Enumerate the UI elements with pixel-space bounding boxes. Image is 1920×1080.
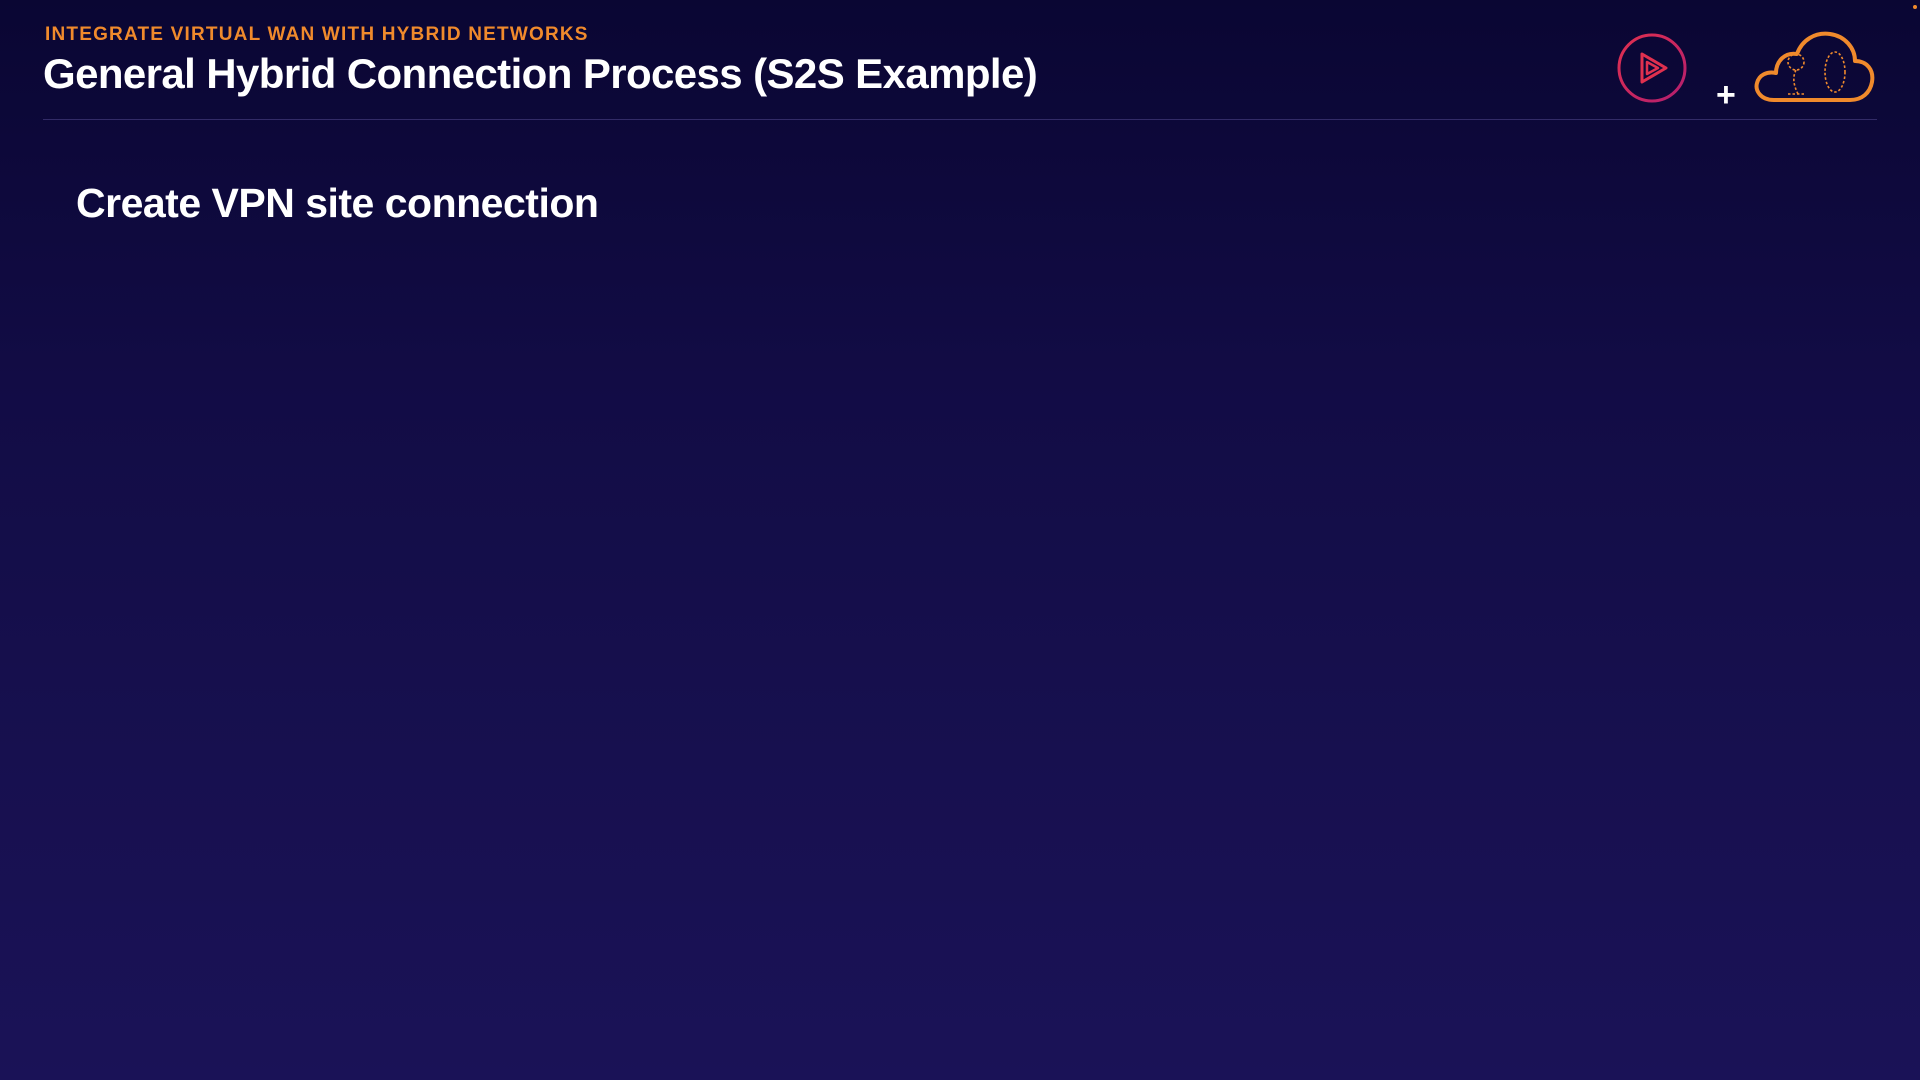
cloud-logo-icon <box>1754 31 1875 102</box>
play-logo-icon <box>1617 33 1687 103</box>
section-eyebrow: INTEGRATE VIRTUAL WAN WITH HYBRID NETWOR… <box>45 24 589 45</box>
plus-sign: + <box>1716 76 1736 114</box>
status-dot <box>1913 5 1917 9</box>
header-divider <box>43 119 1877 120</box>
page-title: General Hybrid Connection Process (S2S E… <box>43 50 1038 97</box>
header-logos: + <box>1616 28 1876 112</box>
slide: INTEGRATE VIRTUAL WAN WITH HYBRID NETWOR… <box>0 0 1920 1080</box>
section-heading: Create VPN site connection <box>76 180 599 226</box>
